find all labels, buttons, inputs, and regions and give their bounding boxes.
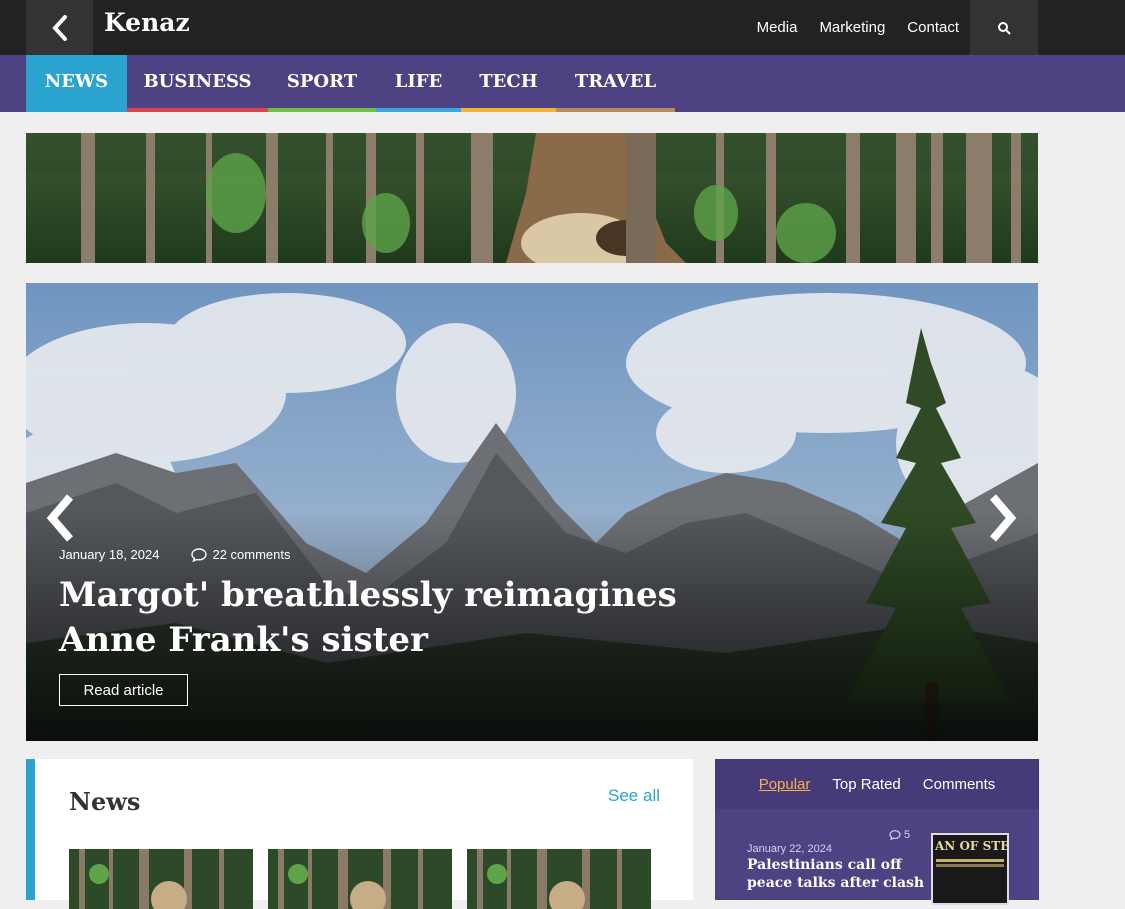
hero-title[interactable]: Margot' breathlessly reimagines Anne Fra… [59, 573, 679, 663]
sidebar-tabs: Popular Top Rated Comments [715, 759, 1039, 809]
hero-slider[interactable]: January 18, 2024 22 comments Margot' bre… [26, 283, 1038, 741]
tab-popular[interactable]: Popular [759, 776, 811, 793]
item-comment-count: 5 [889, 829, 910, 841]
top-nav: Media Marketing Contact [757, 0, 959, 55]
hero-date: January 18, 2024 [59, 547, 160, 562]
nav-link-contact[interactable]: Contact [907, 19, 959, 36]
nav-link-media[interactable]: Media [757, 19, 798, 36]
news-thumbnail[interactable] [467, 849, 651, 909]
tab-business[interactable]: BUSINESS [127, 55, 268, 112]
comment-icon [889, 830, 901, 840]
banner-image[interactable] [26, 133, 1038, 263]
tab-top-rated[interactable]: Top Rated [832, 776, 900, 793]
slider-next-button[interactable] [981, 488, 1021, 548]
chevron-left-icon [46, 494, 74, 542]
tab-news[interactable]: NEWS [26, 55, 127, 112]
news-thumbnail[interactable] [69, 849, 253, 909]
hero-meta: January 18, 2024 22 comments [59, 547, 291, 562]
nav-link-marketing[interactable]: Marketing [819, 19, 885, 36]
hero-comments[interactable]: 22 comments [191, 547, 291, 562]
sidebar-widget: Popular Top Rated Comments 5 January 22,… [715, 759, 1039, 905]
see-all-link[interactable]: See all [608, 786, 660, 806]
section-title: News [69, 787, 141, 816]
item-thumbnail[interactable]: AN OF STE [931, 833, 1009, 905]
item-date: January 22, 2024 [747, 843, 833, 855]
chevron-left-icon [51, 14, 67, 41]
back-button[interactable] [26, 0, 93, 55]
tab-comments[interactable]: Comments [923, 776, 996, 793]
tab-travel[interactable]: TRAVEL [556, 55, 675, 112]
category-nav: NEWS BUSINESS SPORT LIFE TECH TRAVEL [0, 55, 1125, 112]
comment-icon [191, 547, 208, 562]
read-article-button[interactable]: Read article [59, 674, 188, 706]
search-icon [998, 21, 1011, 35]
site-logo[interactable]: Kenaz [104, 8, 190, 37]
news-thumbnail[interactable] [268, 849, 452, 909]
search-button[interactable] [970, 0, 1038, 55]
item-title[interactable]: Palestinians call off peace talks after … [747, 856, 927, 892]
chevron-right-icon [989, 494, 1017, 542]
news-section: News See all [26, 759, 693, 909]
tab-tech[interactable]: TECH [461, 55, 556, 112]
hero-image [26, 283, 1038, 741]
slider-prev-button[interactable] [42, 488, 82, 548]
tab-sport[interactable]: SPORT [268, 55, 376, 112]
tab-life[interactable]: LIFE [376, 55, 461, 112]
top-bar: Kenaz Media Marketing Contact [0, 0, 1125, 55]
